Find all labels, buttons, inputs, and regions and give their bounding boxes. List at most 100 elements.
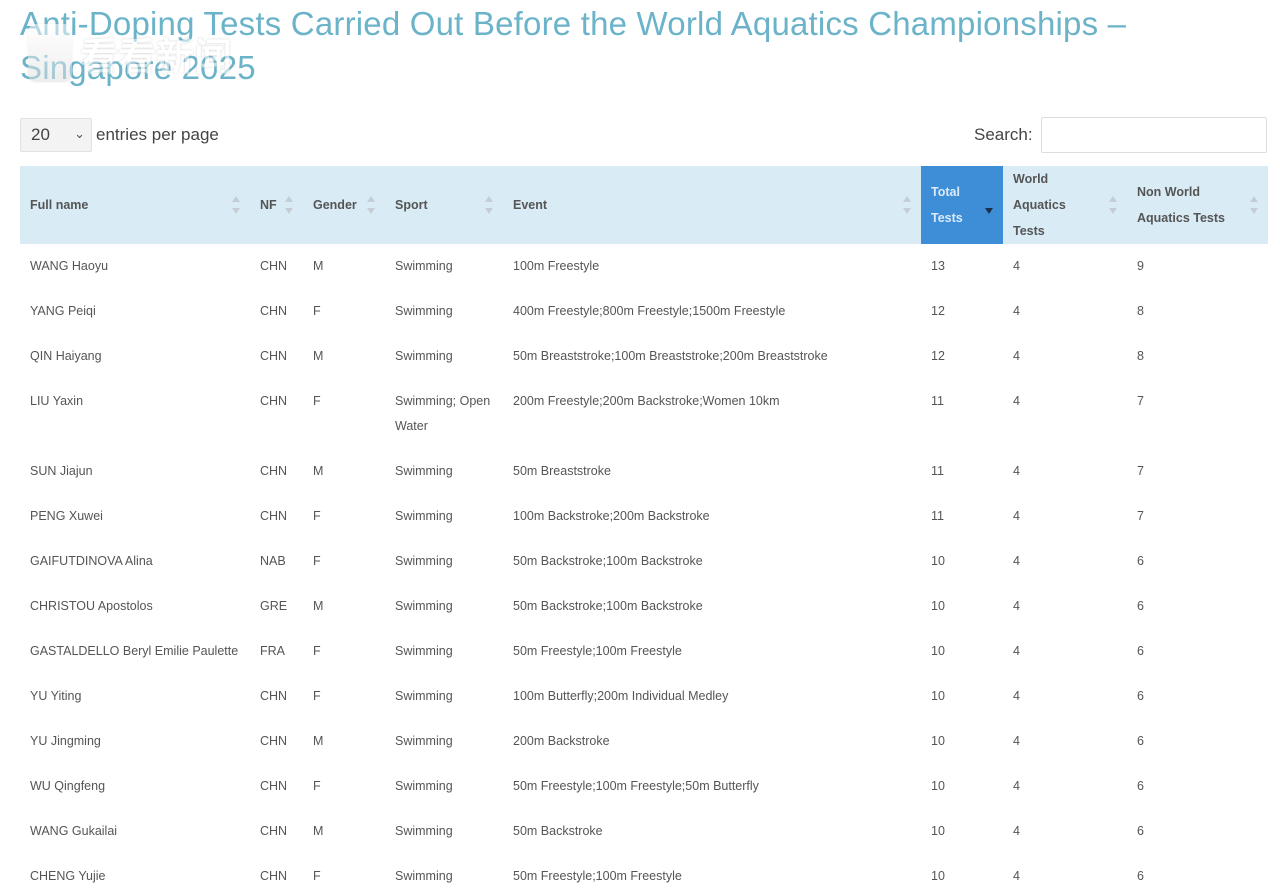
cell-event: 50m Freestyle;100m Freestyle: [513, 644, 682, 658]
sort-down-icon: [485, 208, 493, 214]
cell-non-world-aquatics-tests: 6: [1137, 554, 1144, 568]
cell-world-aquatics-tests: 4: [1013, 599, 1020, 613]
cell-non-world-aquatics-tests: 8: [1137, 304, 1144, 318]
cell-gender: F: [313, 869, 321, 883]
cell-nf: CHN: [260, 394, 288, 408]
cell-full-name: CHRISTOU Apostolos: [30, 599, 153, 613]
cell-gender: F: [313, 644, 321, 658]
cell-sport: Swimming: [395, 644, 453, 658]
cell-nf: CHN: [260, 509, 288, 523]
cell-non-world-aquatics-tests: 6: [1137, 779, 1144, 793]
cell-gender: M: [313, 824, 324, 838]
column-header-sport[interactable]: Sport: [385, 166, 503, 244]
cell-non-world-aquatics-tests: 9: [1137, 259, 1144, 273]
cell-event: 50m Backstroke: [513, 824, 603, 838]
sort-icon: [1109, 194, 1119, 216]
cell-world-aquatics-tests: 4: [1013, 259, 1020, 273]
cell-full-name: WANG Gukailai: [30, 824, 118, 838]
cell-full-name: WU Qingfeng: [30, 779, 106, 793]
cell-world-aquatics-tests: 4: [1013, 734, 1020, 748]
cell-total-tests: 12: [931, 304, 945, 318]
cell-gender: M: [313, 734, 324, 748]
cell-full-name: GASTALDELLO Beryl Emilie Paulette: [30, 644, 239, 658]
table-row: QIN Haiyang CHN M Swimming 50m Breaststroke;…: [20, 334, 1268, 379]
entries-per-page-select[interactable]: 20 ⌄: [20, 118, 92, 152]
entries-per-page-value: 20: [31, 125, 50, 144]
column-header-nf[interactable]: NF: [250, 166, 303, 244]
table-row: CHENG Yujie CHN F Swimming 50m Freestyle;100…: [20, 854, 1268, 893]
cell-nf: CHN: [260, 464, 288, 478]
cell-nf: CHN: [260, 259, 288, 273]
sort-up-icon: [903, 196, 911, 202]
cell-full-name: YU Yiting: [30, 689, 82, 703]
cell-total-tests: 10: [931, 689, 945, 703]
cell-full-name: LIU Yaxin: [30, 394, 84, 408]
cell-sport: Swimming; Open Water: [395, 394, 491, 433]
cell-nf: CHN: [260, 869, 288, 883]
column-header-label: Non World Aquatics Tests: [1137, 185, 1225, 225]
cell-event: 50m Backstroke;100m Backstroke: [513, 599, 703, 613]
cell-non-world-aquatics-tests: 6: [1137, 599, 1144, 613]
cell-gender: F: [313, 509, 321, 523]
column-header-full-name[interactable]: Full name: [20, 166, 250, 244]
cell-non-world-aquatics-tests: 7: [1137, 509, 1144, 523]
cell-world-aquatics-tests: 4: [1013, 304, 1020, 318]
column-header-gender[interactable]: Gender: [303, 166, 385, 244]
cell-non-world-aquatics-tests: 6: [1137, 824, 1144, 838]
column-header-label: Total Tests: [931, 185, 963, 225]
cell-event: 100m Backstroke;200m Backstroke: [513, 509, 710, 523]
column-header-world-aquatics-tests[interactable]: World Aquatics Tests: [1003, 166, 1127, 244]
cell-non-world-aquatics-tests: 7: [1137, 464, 1144, 478]
cell-full-name: CHENG Yujie: [30, 869, 106, 883]
cell-nf: CHN: [260, 779, 288, 793]
search-input[interactable]: [1041, 117, 1267, 153]
sort-icon: [232, 194, 242, 216]
cell-nf: CHN: [260, 304, 288, 318]
cell-world-aquatics-tests: 4: [1013, 509, 1020, 523]
cell-non-world-aquatics-tests: 6: [1137, 734, 1144, 748]
table-row: GAIFUTDINOVA Alina NAB F Swimming 50m Backst…: [20, 539, 1268, 584]
cell-total-tests: 10: [931, 824, 945, 838]
cell-full-name: GAIFUTDINOVA Alina: [30, 554, 153, 568]
cell-gender: F: [313, 779, 321, 793]
cell-world-aquatics-tests: 4: [1013, 464, 1020, 478]
table-row: WANG Gukailai CHN M Swimming 50m Backstroke 1…: [20, 809, 1268, 854]
column-header-label: Sport: [395, 198, 428, 212]
table-body: WANG Haoyu CHN M Swimming 100m Freestyle 13 4 9…: [20, 244, 1268, 893]
cell-world-aquatics-tests: 4: [1013, 349, 1020, 363]
cell-gender: M: [313, 599, 324, 613]
column-header-label: NF: [260, 198, 277, 212]
sort-up-icon: [285, 196, 293, 202]
column-header-event[interactable]: Event: [503, 166, 921, 244]
column-header-label: Gender: [313, 198, 357, 212]
sort-down-icon: [985, 208, 993, 214]
table-controls: 20 ⌄ entries per page Search:: [20, 116, 1268, 156]
cell-non-world-aquatics-tests: 8: [1137, 349, 1144, 363]
cell-world-aquatics-tests: 4: [1013, 824, 1020, 838]
cell-total-tests: 10: [931, 644, 945, 658]
cell-sport: Swimming: [395, 509, 453, 523]
sort-up-icon: [1109, 196, 1117, 202]
cell-event: 50m Freestyle;100m Freestyle: [513, 869, 682, 883]
cell-world-aquatics-tests: 4: [1013, 554, 1020, 568]
cell-sport: Swimming: [395, 464, 453, 478]
cell-event: 100m Freestyle: [513, 259, 600, 273]
column-header-total-tests[interactable]: Total Tests: [921, 166, 1003, 244]
cell-event: 50m Breaststroke: [513, 464, 611, 478]
table-header-row: Full name NF Gender Sport Event Total Tests Wo…: [20, 166, 1268, 244]
cell-total-tests: 10: [931, 554, 945, 568]
cell-total-tests: 10: [931, 734, 945, 748]
column-header-non-world-aquatics-tests[interactable]: Non World Aquatics Tests: [1127, 166, 1268, 244]
cell-world-aquatics-tests: 4: [1013, 689, 1020, 703]
table-row: GASTALDELLO Beryl Emilie Paulette FRA F Swi…: [20, 629, 1268, 674]
table-row: WANG Haoyu CHN M Swimming 100m Freestyle 13 4 9: [20, 244, 1268, 289]
cell-total-tests: 11: [931, 394, 944, 408]
cell-total-tests: 10: [931, 779, 945, 793]
cell-world-aquatics-tests: 4: [1013, 394, 1020, 408]
cell-sport: Swimming: [395, 304, 453, 318]
cell-nf: FRA: [260, 644, 285, 658]
sort-icon: [485, 194, 495, 216]
sort-up-icon: [985, 196, 993, 202]
cell-sport: Swimming: [395, 259, 453, 273]
cell-event: 50m Backstroke;100m Backstroke: [513, 554, 703, 568]
